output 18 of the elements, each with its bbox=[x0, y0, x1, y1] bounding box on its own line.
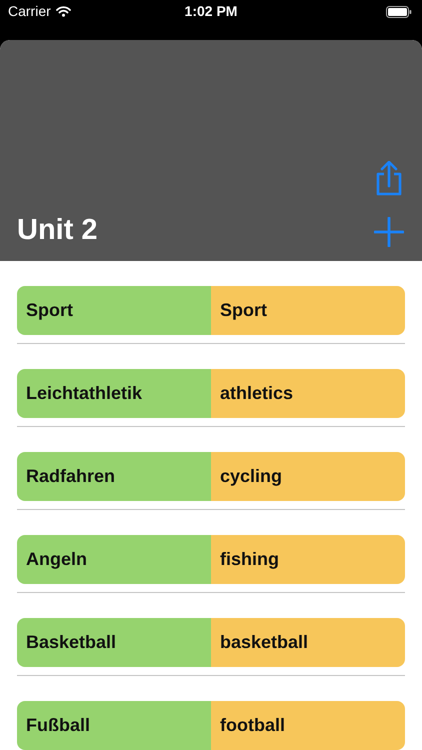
term-cell[interactable]: Fußball bbox=[17, 701, 211, 750]
add-icon[interactable] bbox=[374, 217, 404, 247]
status-time: 1:02 PM bbox=[184, 3, 238, 19]
translation-cell[interactable]: fishing bbox=[211, 535, 405, 584]
term-cell[interactable]: Leichtathletik bbox=[17, 369, 211, 418]
term-cell[interactable]: Angeln bbox=[17, 535, 211, 584]
translation-cell[interactable]: football bbox=[211, 701, 405, 750]
wifi-icon bbox=[56, 6, 71, 16]
unit-title: Unit 2 bbox=[17, 213, 99, 247]
translation-cell[interactable]: cycling bbox=[211, 452, 405, 501]
term-cell[interactable]: Sport bbox=[17, 286, 211, 335]
term-cell[interactable]: Radfahren bbox=[17, 452, 211, 501]
term-cell[interactable]: Basketball bbox=[17, 618, 211, 667]
translation-cell[interactable]: basketball bbox=[211, 618, 405, 667]
carrier-label: Carrier bbox=[8, 3, 51, 19]
translation-cell[interactable]: Sport bbox=[211, 286, 405, 335]
translation-cell[interactable]: athletics bbox=[211, 369, 405, 418]
battery-icon bbox=[386, 6, 412, 18]
